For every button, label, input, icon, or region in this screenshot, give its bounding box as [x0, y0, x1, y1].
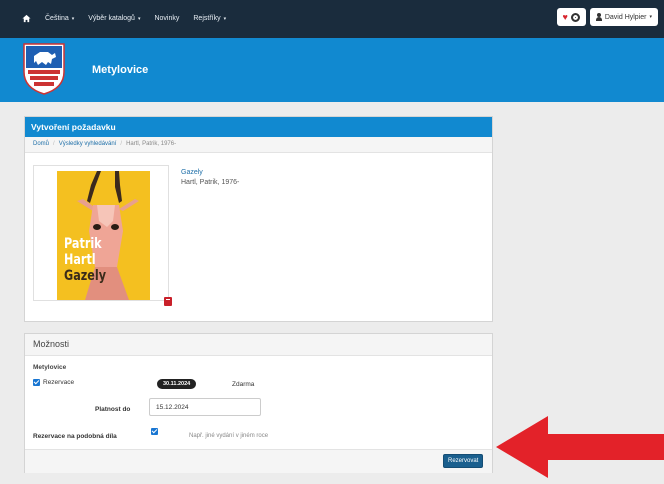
nav-language-label: Čeština [45, 15, 69, 22]
book-icon [164, 297, 172, 306]
reservation-label: Rezervace [43, 379, 75, 386]
nav-right: ♥ David Hylpier ▾ [556, 8, 658, 26]
request-panel: Vytvoření požadavku Domů / Výsledky vyhl… [24, 116, 493, 322]
nav-news[interactable]: Novinky [154, 15, 179, 22]
cover-author-last: Hartl [64, 252, 96, 268]
price-text: Zdarma [232, 381, 255, 388]
valid-until-input[interactable] [149, 398, 261, 416]
nav-news-label: Novinky [154, 15, 180, 22]
user-name: David Hylpier [604, 13, 647, 21]
options-panel: Možnosti Metylovice Rezervace 30.11.2024… [24, 333, 493, 473]
library-name[interactable]: Metylovice [92, 64, 148, 76]
similar-works-hint: Např. jiné vydání v jiném roce [189, 433, 269, 439]
favorites-settings[interactable]: ♥ [556, 8, 586, 26]
breadcrumb: Domů / Výsledky vyhledávání / Hartl, Pat… [25, 137, 492, 153]
home-link[interactable] [22, 14, 31, 23]
similar-works-checkbox[interactable] [151, 428, 158, 435]
nav-registers-label: Rejstříky [193, 15, 221, 22]
nav-menu: Čeština ▾ Výběr katalogů ▾ Novinky Rejst… [22, 14, 226, 23]
nav-registers[interactable]: Rejstříky ▾ [193, 15, 226, 22]
library-header: Metylovice [0, 38, 664, 102]
nav-language[interactable]: Čeština ▾ [45, 15, 74, 22]
user-icon [595, 13, 602, 21]
coat-of-arms-logo[interactable] [22, 42, 66, 96]
caret-down-icon: ▾ [223, 15, 227, 22]
nav-catalogs[interactable]: Výběr katalogů ▾ [88, 15, 140, 22]
red-arrow-annotation [496, 416, 664, 478]
gear-icon[interactable] [570, 12, 580, 22]
cover-title: Gazely [64, 268, 107, 284]
breadcrumb-results[interactable]: Výsledky vyhledávání [59, 141, 117, 148]
caret-down-icon: ▾ [137, 15, 141, 22]
options-footer [25, 449, 492, 473]
reservation-checkbox[interactable] [33, 379, 40, 386]
nav-catalogs-label: Výběr katalogů [88, 15, 135, 22]
breadcrumb-home[interactable]: Domů [33, 141, 49, 148]
reservation-option[interactable]: Rezervace [33, 379, 74, 386]
cover-author-first: Patrik [64, 236, 102, 252]
record-title-link[interactable]: Gazely [181, 169, 203, 176]
options-title: Možnosti [25, 334, 492, 356]
valid-until-label: Platnost do [95, 406, 131, 413]
caret-down-icon: ▾ [71, 15, 75, 22]
top-navbar: Čeština ▾ Výběr katalogů ▾ Novinky Rejst… [0, 0, 664, 38]
heart-icon[interactable]: ♥ [563, 12, 568, 22]
record-author: Hartl, Patrik, 1976- [181, 179, 240, 186]
reservation-date-badge: 30.11.2024 [157, 379, 197, 389]
home-icon [22, 14, 31, 23]
caret-down-icon: ▾ [649, 14, 652, 20]
reserve-button[interactable]: Rezervovat [443, 454, 484, 468]
book-cover[interactable]: Patrik Hartl Gazely [57, 171, 150, 300]
panel-title: Vytvoření požadavku [25, 117, 492, 137]
similar-works-label: Rezervace na podobná díla [33, 433, 117, 440]
breadcrumb-current: Hartl, Patrik, 1976- [126, 141, 177, 147]
user-menu[interactable]: David Hylpier ▾ [589, 8, 658, 26]
breadcrumb-separator: / [120, 141, 123, 147]
breadcrumb-separator: / [53, 141, 55, 147]
location-heading: Metylovice [33, 364, 67, 371]
